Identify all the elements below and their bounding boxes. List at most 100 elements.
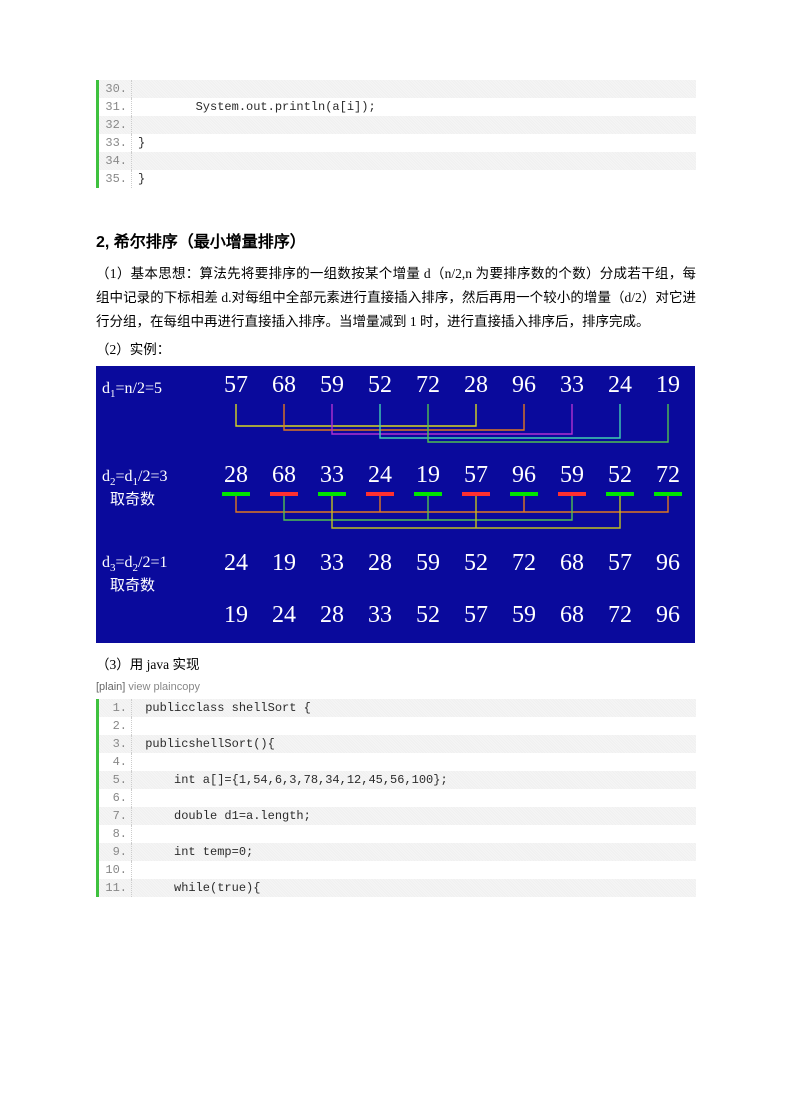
tick-green [510,492,538,496]
code-line: 9. int temp=0; [99,843,696,861]
diagram-number: 68 [548,602,596,629]
line-number: 35. [99,170,132,188]
code-line: 5. int a[]={1,54,6,3,78,34,12,45,56,100}… [99,771,696,789]
code-line: 4. [99,753,696,771]
diagram-number: 72 [500,550,548,577]
tick-red [558,492,586,496]
code-source [132,80,138,98]
diagram-number: 59 [308,372,356,399]
code-source: System.out.println(a[i]); [132,98,376,116]
line-number: 33. [99,134,132,152]
diagram-row-3: 24193328595272685796 [212,550,692,577]
row2-ticks [212,492,692,496]
diagram-number: 52 [596,462,644,489]
line-number: 7. [99,807,132,825]
tick-red [366,492,394,496]
row2-links [212,496,692,536]
line-number: 8. [99,825,132,843]
code-source: publicshellSort(){ [132,735,275,753]
line-number: 10. [99,861,132,879]
diagram-number: 59 [500,602,548,629]
line-number: 31. [99,98,132,116]
line-number: 9. [99,843,132,861]
diagram-number: 72 [644,462,692,489]
diagram-number: 52 [404,602,452,629]
code-source [132,861,138,879]
code-line: 1. publicclass shellSort { [99,699,696,717]
diagram-number: 96 [500,372,548,399]
diagram-number: 24 [596,372,644,399]
tick-green [606,492,634,496]
code-source: double d1=a.length; [132,807,311,825]
diagram-number: 68 [260,372,308,399]
diagram-number: 24 [356,462,404,489]
line-number: 6. [99,789,132,807]
shell-sort-diagram: d1=n/2=5 57685952722896332419 d2=d1/2=3 … [96,366,695,643]
code-line: 2. [99,717,696,735]
diagram-number: 19 [260,550,308,577]
code-block-1: 30.31. System.out.println(a[i]);32.33.}3… [96,80,696,188]
line-number: 34. [99,152,132,170]
diagram-number: 52 [452,550,500,577]
tick-green [222,492,250,496]
diagram-number: 33 [308,550,356,577]
plain-view-label: [plain] view plaincopy [96,681,696,693]
code-line: 7. double d1=a.length; [99,807,696,825]
code-line: 34. [99,152,696,170]
diagram-number: 19 [644,372,692,399]
diagram-number: 28 [356,550,404,577]
diagram-number: 33 [308,462,356,489]
code-source: int a[]={1,54,6,3,78,34,12,45,56,100}; [132,771,448,789]
paragraph-example-label: （2）实例： [96,338,696,362]
section-title: 2, 希尔排序（最小增量排序） [96,228,696,252]
diagram-row-4: 19242833525759687296 [212,602,692,629]
diagram-number: 68 [260,462,308,489]
diagram-number: 24 [212,550,260,577]
diagram-number: 33 [356,602,404,629]
line-number: 32. [99,116,132,134]
code-source [132,717,138,735]
line-number: 30. [99,80,132,98]
diagram-number: 96 [644,550,692,577]
d3-sublabel: 取奇数 [110,574,155,595]
code-source: } [132,134,145,152]
paragraph-java-impl: （3）用 java 实现 [96,653,696,677]
d2-label: d2=d1/2=3 [102,468,168,488]
diagram-number: 19 [404,462,452,489]
diagram-number: 72 [596,602,644,629]
diagram-number: 28 [212,462,260,489]
line-number: 3. [99,735,132,753]
tick-green [654,492,682,496]
code-source [132,753,138,771]
diagram-number: 28 [452,372,500,399]
row1-links [212,404,692,444]
diagram-number: 57 [212,372,260,399]
line-number: 4. [99,753,132,771]
code-line: 11. while(true){ [99,879,696,897]
tick-green [318,492,346,496]
diagram-number: 96 [644,602,692,629]
code-line: 3. publicshellSort(){ [99,735,696,753]
diagram-number: 24 [260,602,308,629]
paragraph-basic-idea: （1）基本思想：算法先将要排序的一组数按某个增量 d（n/2,n 为要排序数的个… [96,262,696,334]
diagram-number: 57 [452,462,500,489]
tick-green [414,492,442,496]
diagram-number: 68 [548,550,596,577]
line-number: 1. [99,699,132,717]
code-source: } [132,170,145,188]
code-line: 6. [99,789,696,807]
d1-label: d1=n/2=5 [102,380,162,400]
page: 30.31. System.out.println(a[i]);32.33.}3… [0,0,792,967]
diagram-number: 57 [452,602,500,629]
diagram-row-2: 28683324195796595272 [212,462,692,489]
diagram-number: 72 [404,372,452,399]
code-block-2: 1. publicclass shellSort {2.3. publicshe… [96,699,696,897]
diagram-row-1: 57685952722896332419 [212,372,692,399]
diagram-number: 52 [356,372,404,399]
d3-label: d3=d2/2=1 [102,554,168,574]
code-source [132,789,138,807]
code-line: 8. [99,825,696,843]
code-line: 32. [99,116,696,134]
code-source [132,825,138,843]
code-source: int temp=0; [132,843,253,861]
